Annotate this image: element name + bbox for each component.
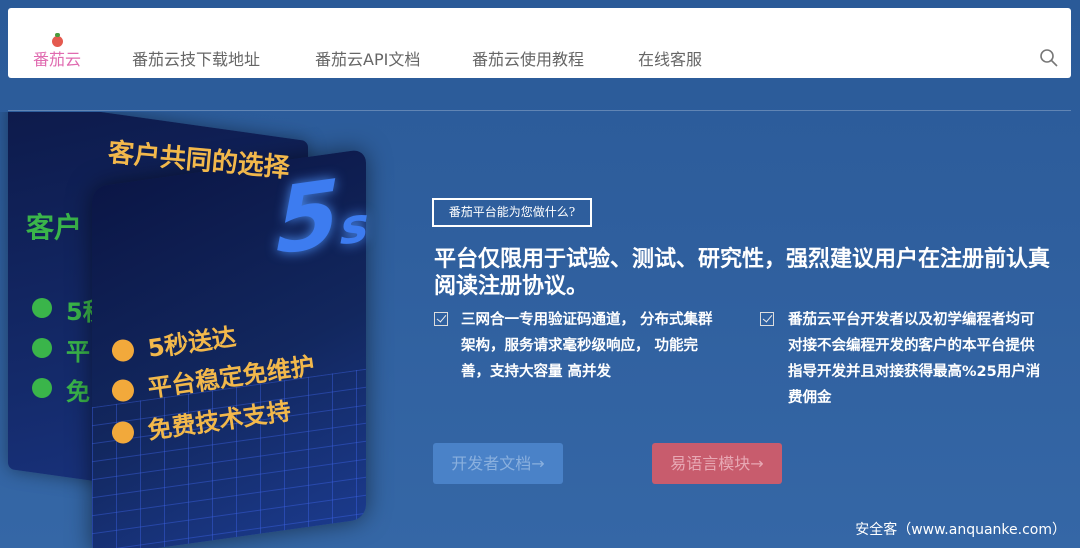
checkbox-icon [760, 312, 774, 326]
developer-docs-button[interactable]: 开发者文档→ [433, 443, 563, 484]
feature-line: 架构，服务请求毫秒级响应， 功能完 [461, 338, 699, 354]
intro-tag: 番茄平台能为您做什么? [432, 198, 592, 227]
header-divider [8, 110, 1071, 111]
back-bullet-dot [32, 378, 52, 398]
nav-api-docs-link[interactable]: 番茄云API文档 [315, 46, 420, 70]
back-card-title: 客户 [26, 211, 83, 244]
back-bullet-text: 平 [66, 338, 90, 366]
big-5s-graphic: 5s [276, 155, 369, 276]
hero-headline: 平台仅限用于试验、测试、研究性，强烈建议用户在注册前认真阅读注册协议。 [434, 247, 1051, 299]
feature-line: 费佣金 [788, 390, 832, 406]
feature-text-2: 番茄云平台开发者以及初学编程者均可 对接不会编程开发的客户的本平台提供 指导开发… [788, 307, 1073, 411]
feature-line: 指导开发并且对接获得最高%25用户消 [788, 364, 1041, 380]
big-number: 5 [276, 159, 341, 276]
back-bullet-text: 免 [66, 378, 90, 406]
bullet-dot [110, 337, 136, 363]
back-bullet-dot [32, 298, 52, 318]
feature-line: 善，支持大容量 高并发 [461, 364, 612, 380]
search-icon[interactable] [1039, 48, 1059, 68]
top-navbar: 番茄云 番茄云技下载地址 番茄云API文档 番茄云使用教程 在线客服 [8, 8, 1071, 78]
watermark-text: 安全客（www.anquanke.com） [855, 522, 1066, 538]
nav-tutorial-link[interactable]: 番茄云使用教程 [472, 46, 584, 70]
feature-line: 对接不会编程开发的客户的本平台提供 [788, 338, 1035, 354]
feature-line: 三网合一专用验证码通道， 分布式集群 [461, 312, 713, 328]
bullet-dot [110, 377, 136, 403]
feature-line: 番茄云平台开发者以及初学编程者均可 [788, 312, 1035, 328]
feature-text-1: 三网合一专用验证码通道， 分布式集群 架构，服务请求毫秒级响应， 功能完 善，支… [461, 307, 751, 385]
bullet-dot [110, 419, 136, 445]
nav-download-link[interactable]: 番茄云技下载地址 [132, 46, 260, 70]
checkbox-icon [434, 312, 448, 326]
easy-language-module-button[interactable]: 易语言模块→ [652, 443, 782, 484]
nav-support-link[interactable]: 在线客服 [638, 46, 702, 70]
back-bullet-dot [32, 338, 52, 358]
hero-illustration: 客户 5秒 平 免 客户共同的选择 5秒送达 平台稳定免维护 免费技术支持 5s [0, 112, 400, 548]
big-unit: s [340, 196, 369, 257]
nav-brand-link[interactable]: 番茄云 [33, 46, 81, 70]
